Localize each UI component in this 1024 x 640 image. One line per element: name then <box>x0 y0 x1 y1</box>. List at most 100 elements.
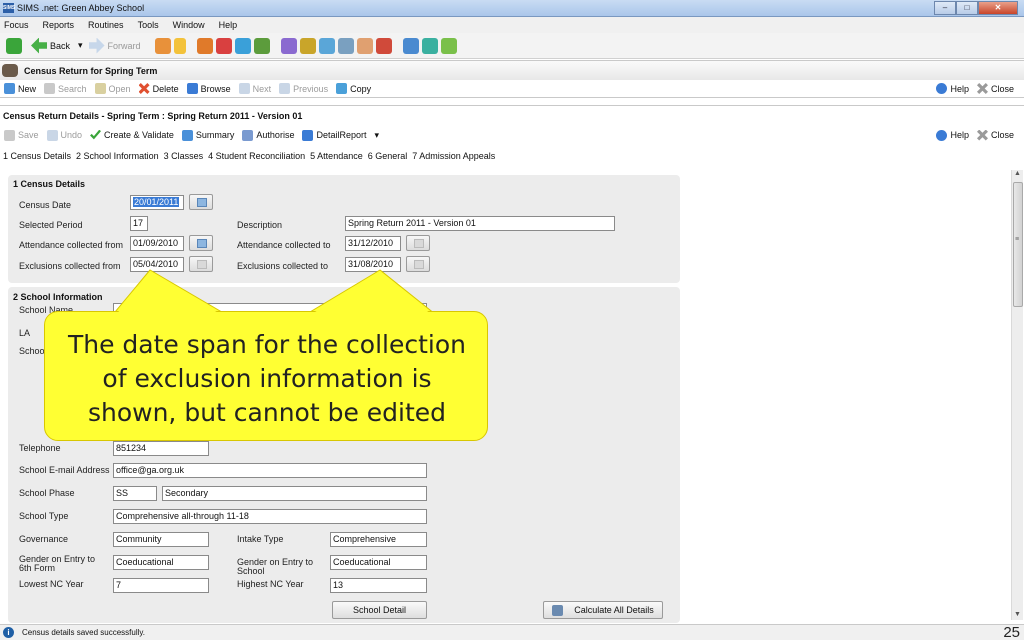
school-phase-label: School Phase <box>19 488 75 498</box>
save-button[interactable]: Save <box>4 129 39 141</box>
search-icon <box>44 83 56 94</box>
census-return-header: Census Return for Spring Term <box>0 60 1024 80</box>
menu-focus[interactable]: Focus <box>4 20 29 30</box>
minimize-button[interactable]: – <box>934 1 956 15</box>
calculate-all-details-label: Calculate All Details <box>574 605 654 615</box>
nav-general[interactable]: 6 General <box>368 151 408 161</box>
intake-type-field[interactable]: Comprehensive <box>330 532 427 547</box>
back-button[interactable]: Back ▾ <box>31 37 83 54</box>
home-arrows-icon <box>6 37 22 54</box>
calendar-icon <box>197 260 207 269</box>
summary-table-icon <box>181 129 193 141</box>
clock-icon[interactable] <box>375 37 392 54</box>
back-arrow-icon <box>31 37 47 54</box>
window-title: SIMS .net: Green Abbey School <box>17 3 145 13</box>
close-button[interactable]: Close <box>976 83 1014 94</box>
title-bar: SIMS SIMS .net: Green Abbey School – □ ✕ <box>0 0 1024 17</box>
census-date-field[interactable]: 20/01/2011 <box>130 195 184 210</box>
nav-attendance[interactable]: 5 Attendance <box>310 151 363 161</box>
home-button[interactable] <box>6 37 25 54</box>
staff-icon[interactable] <box>299 37 316 54</box>
next-button[interactable]: Next <box>238 83 272 94</box>
document-icon[interactable] <box>318 37 335 54</box>
open-button[interactable]: Open <box>94 83 131 94</box>
attendance-to-calendar-button <box>406 235 430 251</box>
gender-6th-form-field[interactable]: Coeducational <box>113 555 209 570</box>
school-phase-code-field[interactable]: SS <box>113 486 157 501</box>
nav-admission-appeals[interactable]: 7 Admission Appeals <box>412 151 495 161</box>
chart-icon[interactable] <box>234 37 251 54</box>
help-button[interactable]: Help <box>936 83 969 94</box>
import-icon[interactable] <box>440 37 457 54</box>
school-detail-button[interactable]: School Detail <box>332 601 427 619</box>
menu-tools[interactable]: Tools <box>138 20 159 30</box>
flags-icon[interactable] <box>215 37 232 54</box>
people-icon[interactable] <box>154 37 171 54</box>
gender-school-field[interactable]: Coeducational <box>330 555 427 570</box>
calendar-icon <box>414 260 424 269</box>
census-date-calendar-button[interactable] <box>189 194 213 210</box>
close-window-button[interactable]: ✕ <box>978 1 1018 15</box>
report-icon[interactable] <box>253 37 270 54</box>
edit-icon[interactable] <box>337 37 354 54</box>
authorise-button[interactable]: Authorise <box>242 129 294 141</box>
previous-button[interactable]: Previous <box>279 83 328 94</box>
new-button[interactable]: New <box>4 83 36 94</box>
highest-nc-year-label: Highest NC Year <box>237 579 304 589</box>
menu-bar: Focus Reports Routines Tools Window Help <box>0 17 1024 33</box>
menu-reports[interactable]: Reports <box>43 20 75 30</box>
detail-report-dropdown-icon[interactable]: ▾ <box>374 130 379 141</box>
calculate-all-details-button[interactable]: Calculate All Details <box>543 601 663 619</box>
browse-button[interactable]: Browse <box>186 83 231 94</box>
highest-nc-year-field[interactable]: 13 <box>330 578 427 593</box>
menu-routines[interactable]: Routines <box>88 20 124 30</box>
next-label: Next <box>252 83 272 94</box>
undo-icon <box>46 129 58 141</box>
nav-classes[interactable]: 3 Classes <box>164 151 204 161</box>
search-button[interactable]: Search <box>44 83 87 94</box>
exclusions-to-calendar-button <box>406 256 430 272</box>
delete-button[interactable]: Delete <box>138 83 179 94</box>
export-icon[interactable] <box>421 37 438 54</box>
attendance-from-calendar-button[interactable] <box>189 235 213 251</box>
summary-button[interactable]: Summary <box>181 129 234 141</box>
forward-button[interactable]: Forward <box>88 37 141 54</box>
close-x-icon <box>976 83 988 94</box>
maximize-button[interactable]: □ <box>956 1 978 15</box>
details-help-label: Help <box>950 130 969 140</box>
scroll-down-arrow-icon[interactable]: ▼ <box>1014 611 1021 618</box>
person-icon[interactable] <box>173 37 186 54</box>
email-field[interactable]: office@ga.org.uk <box>113 463 427 478</box>
selected-period-field[interactable]: 17 <box>130 216 148 231</box>
lowest-nc-year-field[interactable]: 7 <box>113 578 209 593</box>
scrollbar-thumb[interactable] <box>1013 182 1023 307</box>
telephone-field[interactable]: 851234 <box>113 441 209 456</box>
details-help-button[interactable]: Help <box>936 129 969 141</box>
nav-census-details[interactable]: 1 Census Details <box>3 151 71 161</box>
create-validate-button[interactable]: Create & Validate <box>90 129 174 141</box>
school-phase-field[interactable]: Secondary <box>162 486 427 501</box>
governance-field[interactable]: Community <box>113 532 209 547</box>
school-type-field[interactable]: Comprehensive all-through 11-18 <box>113 509 427 524</box>
browse-label: Browse <box>200 83 231 94</box>
intake-type-label: Intake Type <box>237 534 284 544</box>
window-icon[interactable] <box>402 37 419 54</box>
toolbar-icon-group <box>154 37 460 54</box>
undo-button[interactable]: Undo <box>46 129 82 141</box>
description-field[interactable]: Spring Return 2011 - Version 01 <box>345 216 615 231</box>
detail-report-button[interactable]: DetailReport ▾ <box>302 129 379 141</box>
menu-help[interactable]: Help <box>219 20 238 30</box>
new-icon <box>4 83 15 94</box>
nav-student-reconciliation[interactable]: 4 Student Reconciliation <box>208 151 305 161</box>
scroll-up-arrow-icon[interactable]: ▲ <box>1014 170 1021 177</box>
book-icon[interactable] <box>196 37 213 54</box>
menu-window[interactable]: Window <box>173 20 205 30</box>
user-icon[interactable] <box>356 37 373 54</box>
attendance-from-field[interactable]: 01/09/2010 <box>130 236 184 251</box>
nav-school-information[interactable]: 2 School Information <box>76 151 159 161</box>
details-close-button[interactable]: Close <box>976 129 1014 141</box>
group-icon[interactable] <box>280 37 297 54</box>
copy-button[interactable]: Copy <box>336 83 371 94</box>
back-dropdown-icon[interactable]: ▾ <box>78 40 83 51</box>
vertical-scrollbar[interactable]: ▲ ≡ ▼ <box>1011 170 1023 620</box>
